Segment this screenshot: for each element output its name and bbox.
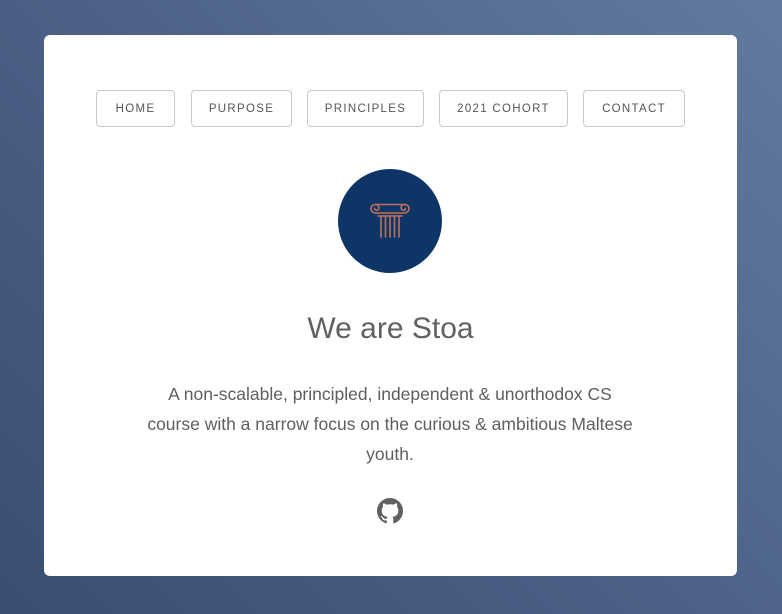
page-description: A non-scalable, principled, independent … [147,384,633,464]
nav-contact-button[interactable]: CONTACT [583,90,685,127]
page-title: We are Stoa [307,312,474,345]
main-card: HOME PURPOSE PRINCIPLES 2021 COHORT CONT… [44,35,737,576]
ionic-column-icon [370,203,410,238]
stoa-logo [338,169,442,273]
nav-2021-cohort-button[interactable]: 2021 COHORT [439,90,568,127]
github-icon [377,498,403,524]
github-link[interactable] [377,498,403,524]
nav-home-button[interactable]: HOME [96,90,175,127]
top-nav: HOME PURPOSE PRINCIPLES 2021 COHORT CONT… [44,90,737,129]
nav-purpose-button[interactable]: PURPOSE [191,90,292,127]
nav-principles-button[interactable]: PRINCIPLES [307,90,424,127]
